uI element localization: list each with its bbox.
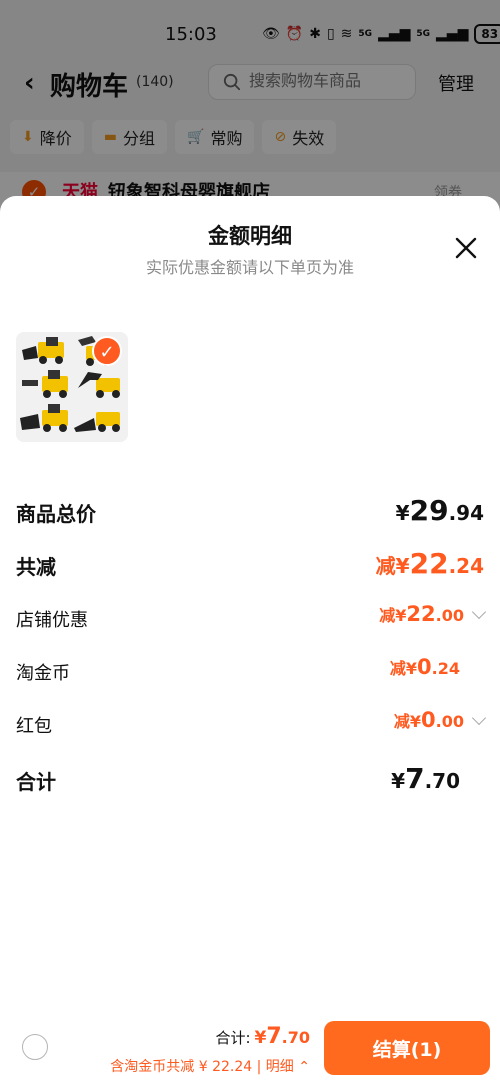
row-value: 减 ¥ 0 .24 [389,655,460,679]
row-label: 红包 [16,716,52,737]
sheet-subtitle: 实际优惠金额请以下单页为准 [145,258,354,277]
row-value: 减 ¥ 0 .00 [394,708,487,732]
row-label: 淘金币 [16,663,70,684]
checkout-button[interactable]: 结算(1) [324,1021,490,1075]
row-total-price: 商品总价 ¥ 29 .94 [16,494,484,530]
chevron-down-icon[interactable] [471,604,487,620]
row-label: 店铺优惠 [16,610,88,631]
row-taojinbi: 淘金币 减 ¥ 0 .24 [16,655,484,691]
row-value: 减 ¥ 22 .00 [379,602,487,626]
row-value: 减 ¥ 22 .24 [375,547,484,580]
selected-check-icon: ✓ [92,336,122,366]
row-grand-total: 合计 ¥ 7 .70 [16,762,484,798]
checkout-bar: 合计: ¥ 7 .70 含淘金币共减 ¥ 22.24 | 明细 ⌃ 结算(1) [0,1010,500,1085]
amount-detail-sheet: 金额明细 实际优惠金额请以下单页为准 ✓ 商品总价 ¥ 29 .94 共减 减 … [0,196,500,1085]
row-shop-discount[interactable]: 店铺优惠 减 ¥ 22 .00 [16,602,487,638]
row-value: ¥ 7 .70 [391,762,460,795]
row-total-discount: 共减 减 ¥ 22 .24 [16,547,484,583]
row-label: 商品总价 [16,502,96,526]
row-value: ¥ 29 .94 [395,494,484,527]
row-label: 合计 [16,770,56,794]
close-icon[interactable] [452,234,480,262]
row-red-packet[interactable]: 红包 减 ¥ 0 .00 [16,708,487,744]
row-label: 共减 [16,555,56,579]
total-amount: 合计: ¥ 7 .70 [215,1024,310,1049]
chevron-up-icon: ⌃ [298,1059,310,1075]
total-label: 合计: [215,1029,251,1047]
chevron-down-icon[interactable] [471,710,487,726]
select-all-checkbox[interactable] [22,1034,48,1060]
discount-detail-link[interactable]: 含淘金币共减 ¥ 22.24 | 明细 ⌃ [110,1056,310,1076]
sheet-title: 金额明细 [208,224,292,248]
